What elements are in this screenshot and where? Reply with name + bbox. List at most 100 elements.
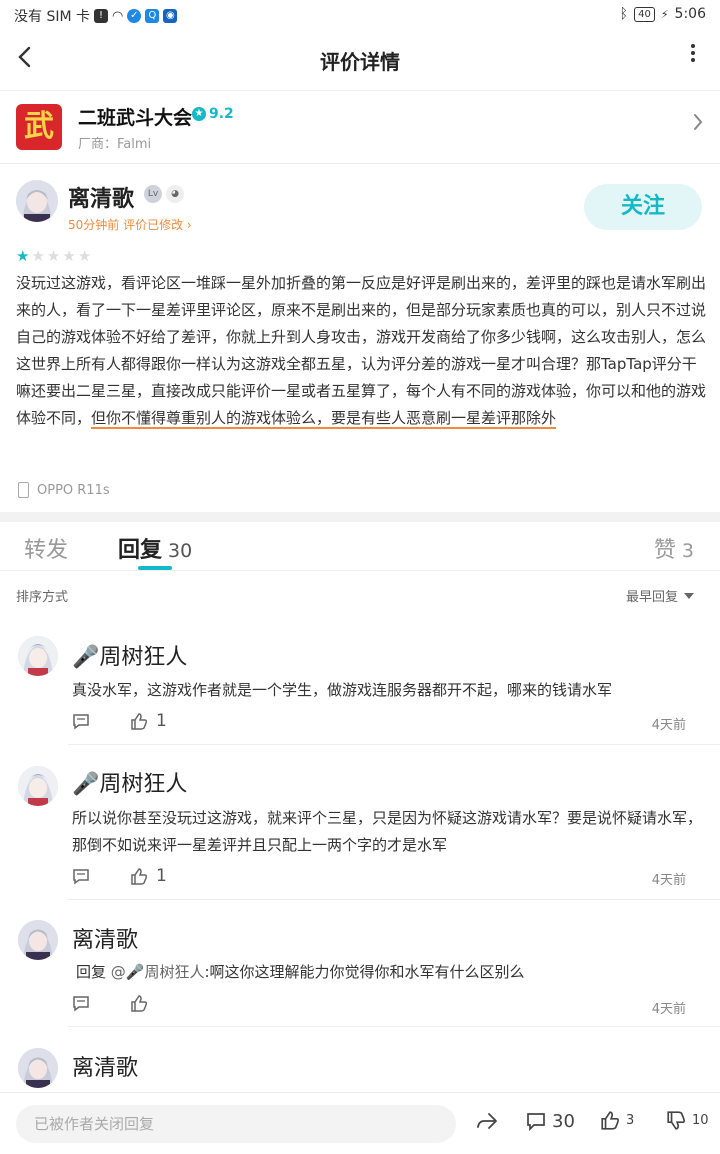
comment-actions: 1 [72,866,167,886]
thumbs-down-icon [667,1111,685,1130]
mention-link[interactable]: @🎤周树狂人 [111,963,205,981]
comment-actions: 1 [72,711,167,731]
comment-author[interactable]: 离清歌 [72,922,138,954]
like-comment-button[interactable]: 1 [130,866,167,886]
chevron-right-icon [692,111,704,139]
game-name: 二班武斗大会 [78,107,193,129]
review-meta[interactable]: 50分钟前 评价已修改 › [68,216,192,233]
reviewer-badges: Lv ◕ [144,185,184,203]
sort-dropdown[interactable]: 最早回复 [626,586,694,605]
thumbs-up-icon [601,1111,619,1130]
tab-reply[interactable]: 回复 30 [118,532,192,564]
phone-icon [18,482,29,498]
section-divider [0,512,720,522]
commenter-avatar[interactable] [18,1048,58,1088]
charging-icon: ⚡ [660,7,669,21]
carrier-text: 没有 SIM 卡 [14,9,90,25]
game-card[interactable]: 武 二班武斗大会 ★ 9.2 厂商：Falmi [0,90,720,164]
commenter-avatar[interactable] [18,920,58,960]
comment-actions [72,995,148,1012]
tab-like[interactable]: 赞3 [654,532,694,564]
game-rating: ★ 9.2 [192,106,234,122]
reply-input[interactable]: 已被作者关闭回复 [16,1105,456,1143]
chevron-right-small-icon: › [183,218,192,232]
comment-body: :啊这你这理解能力你觉得你和水军有什么区别么 [204,963,525,981]
star-filled-icon: ★ [16,247,30,265]
like-comment-button[interactable]: 1 [130,711,167,731]
thumbs-up-icon [131,867,148,885]
comment-author[interactable]: 离清歌 [72,1050,138,1082]
share-button[interactable] [476,1111,498,1131]
like-count: 1 [156,711,167,731]
comment-icon [73,713,89,729]
comment-author[interactable]: 🎤周树狂人 [72,766,187,798]
reply-comment-button[interactable] [72,995,90,1012]
app-notification-icon: ◉ [163,9,178,23]
reply-comment-button[interactable] [72,868,90,885]
tab-forward[interactable]: 转发 [24,532,68,564]
dislike-button[interactable]: 10 [666,1111,709,1130]
star-empty-icon: ★ [46,247,61,265]
reply-prefix: 回复 [76,963,111,981]
commenter-avatar[interactable] [18,636,58,676]
tabs-divider [0,570,720,571]
thumbs-up-icon [131,712,148,730]
rating-value: 9.2 [209,106,234,122]
star-empty-icon: ★ [31,247,45,265]
like-count: 1 [156,866,167,886]
comment-divider [68,899,720,900]
wifi-icon: ◠ [112,8,124,24]
sort-current: 最早回复 [625,590,678,605]
page-title: 评价详情 [320,50,400,74]
review-text-highlighted: 但你不懂得尊重别人的游戏体验么，要是有些人恶意刷一星差评那除外 [91,409,557,429]
reply-comment-button[interactable] [72,713,90,730]
game-logo-icon: 武 [16,104,62,150]
bluetooth-icon: ᛒ [619,6,629,22]
game-vendor: 厂商：Falmi [78,137,152,152]
star-empty-icon: ★ [62,247,76,265]
reviewer-avatar[interactable] [16,180,58,222]
like-count: 3 [626,1113,635,1128]
review-meta-text: 50分钟前 评价已修改 [68,218,184,232]
review-stars: ★ ★ ★ ★ ★ [16,247,91,265]
status-bar: 没有 SIM 卡 ! ◠ ✓ Q ◉ ᛒ 40 ⚡ 5:06 [0,0,720,30]
device-name: OPPO R11s [37,482,110,498]
thumbs-up-icon [131,995,148,1012]
top-app-bar: 评价详情 [0,30,720,86]
comment-time: 4天前 [651,718,686,733]
level-badge-icon: Lv [144,185,162,203]
like-comment-button[interactable] [130,995,148,1012]
comment-divider [68,1026,720,1027]
commenter-avatar[interactable] [18,766,58,806]
tab-reply-label: 回复 [118,538,163,563]
more-options-icon[interactable] [690,42,696,70]
comment-divider [68,744,720,745]
comment-text: 所以说你甚至没玩过这游戏，就来评个三星，只是因为怀疑这游戏请水军？要是说怀疑请水… [72,809,703,854]
comment-count: 30 [552,1111,575,1132]
dislike-count: 10 [692,1113,709,1128]
clock-text: 5:06 [674,6,706,22]
comment-text: 真没水军，这游戏作者就是一个学生，做游戏连服务器都开不起，哪来的钱请水军 [72,681,613,699]
shield-icon: ✓ [127,9,142,23]
search-app-icon: Q [145,9,160,23]
review-body: 没玩过这游戏，看评论区一堆踩一星外加折叠的第一反应是好评是刷出来的，差评里的踩也… [16,270,706,432]
comment-icon [73,996,89,1012]
sort-label: 排序方式 [16,590,69,605]
comment-icon [527,1113,545,1131]
device-info: OPPO R11s [18,482,110,498]
tab-reply-count: 30 [168,540,193,562]
follow-button[interactable]: 关注 [584,184,702,230]
comments-button[interactable]: 30 [526,1111,575,1132]
comment-author[interactable]: 🎤周树狂人 [72,639,187,671]
star-empty-icon: ★ [77,247,92,265]
comment-time: 4天前 [651,1002,686,1017]
comment-time: 4天前 [651,873,686,888]
tab-like-label: 赞 [653,538,676,563]
like-button[interactable]: 3 [600,1111,634,1130]
comment-icon [73,868,89,884]
alert-icon: ! [94,9,108,23]
comment-text: 回复 @🎤周树狂人:啊这你这理解能力你觉得你和水军有什么区别么 [76,959,712,986]
reviewer-name[interactable]: 离清歌 [68,181,134,213]
dropdown-arrow-icon [684,592,694,599]
battery-icon: 40 [634,6,655,22]
